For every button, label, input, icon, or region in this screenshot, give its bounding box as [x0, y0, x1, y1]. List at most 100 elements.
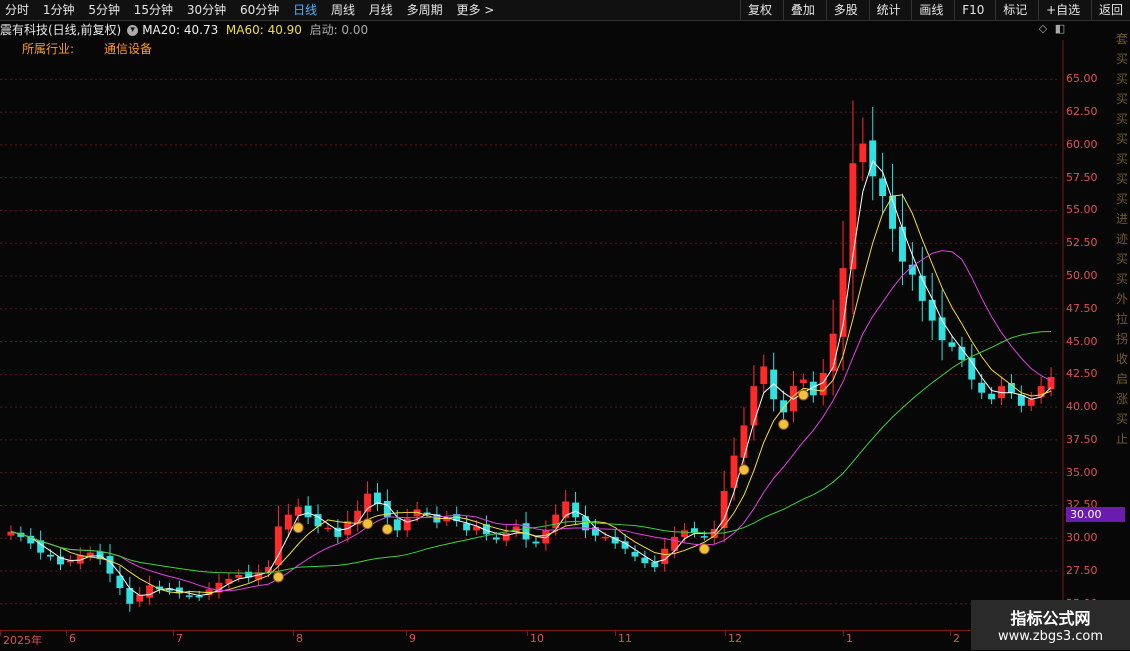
side-signal-glyph: 套 [1116, 32, 1129, 46]
tab-monthly[interactable]: 月线 [364, 0, 398, 20]
add-watchlist-button[interactable]: +自选 [1038, 0, 1087, 20]
side-signal-glyph: 外 [1116, 292, 1129, 306]
candle-up [799, 379, 807, 383]
y-axis: 65.00 62.50 60.00 57.50 55.00 52.50 50.00 47.50… [1066, 40, 1116, 630]
candle-down [492, 537, 500, 540]
side-signal-glyph: 买 [1116, 272, 1129, 286]
tab-fenshi[interactable]: 分时 [0, 0, 34, 20]
candle-down [988, 393, 996, 400]
side-signal-glyph: 收 [1116, 352, 1129, 366]
candle-up [502, 532, 510, 541]
candle-up [681, 530, 689, 537]
tab-60min[interactable]: 60分钟 [235, 0, 284, 20]
candle-up [225, 578, 233, 584]
candle-up [601, 536, 609, 539]
overlay-button[interactable]: 叠加 [782, 0, 822, 20]
candle-up [740, 425, 748, 458]
candle-down [532, 541, 540, 544]
y-tick-label: 40.00 [1066, 400, 1098, 414]
candle-down [572, 502, 580, 518]
x-tick-label: 12 [728, 632, 742, 645]
candle-up [294, 506, 302, 516]
money-bag-icon [292, 522, 304, 534]
mark-button[interactable]: 标记 [995, 0, 1034, 20]
x-tick-label: 10 [530, 632, 544, 645]
ma10-line [10, 194, 1052, 594]
x-tick [950, 631, 951, 636]
tab-15min[interactable]: 15分钟 [129, 0, 178, 20]
panel-toggle-icon[interactable]: ◧ [1054, 23, 1066, 35]
settings-dot-icon[interactable]: ▾ [127, 25, 139, 36]
x-tick-label: 1 [846, 632, 853, 645]
tab-weekly[interactable]: 周线 [326, 0, 360, 20]
watermark-url: www.zbgs3.com [997, 629, 1104, 644]
money-bag-icon [778, 418, 790, 430]
y-tick-label: 62.50 [1066, 105, 1098, 119]
tab-more[interactable]: 更多 > [451, 0, 499, 20]
candle-down [463, 523, 471, 531]
x-tick-label: 9 [409, 632, 416, 645]
f10-button[interactable]: F10 [954, 0, 991, 20]
current-price-marker: 30.00 [1066, 507, 1125, 522]
candle-down [898, 226, 906, 262]
candle-up [284, 514, 292, 530]
x-axis: 2025年 6 7 8 9 10 11 12 1 2 [0, 630, 1113, 651]
draw-line-button[interactable]: 画线 [911, 0, 950, 20]
tab-30min[interactable]: 30分钟 [182, 0, 231, 20]
y-tick-label: 45.00 [1066, 334, 1098, 348]
diamond-icon[interactable]: ◇ [1037, 23, 1049, 35]
candle-down [641, 557, 649, 564]
x-tick-label: 11 [618, 632, 632, 645]
side-signal-glyph: 买 [1116, 412, 1129, 426]
stock-title[interactable]: 震有科技(日线,前复权) [0, 23, 121, 37]
ma60-value: MA60: 40.90 [225, 23, 302, 37]
chart-title-bar: 震有科技(日线,前复权) ▾ MA20: 40.73 MA60: 40.90 启动:… [0, 21, 368, 39]
candle-up [146, 585, 154, 598]
side-signal-glyph: 启 [1116, 372, 1129, 386]
candle-up [671, 536, 679, 551]
candle-down [879, 178, 887, 197]
candle-down [304, 505, 312, 518]
y-tick-label: 52.50 [1066, 236, 1098, 250]
side-signal-glyph: 买 [1116, 52, 1129, 66]
action-buttons: 复权 叠加 多股 统计 画线 F10 标记 +自选 返回 [740, 0, 1130, 20]
multi-stock-button[interactable]: 多股 [825, 0, 865, 20]
period-tabs: 分时 1分钟 5分钟 15分钟 30分钟 60分钟 日线 周线 月线 多周期 更… [0, 0, 499, 20]
side-signal-glyph: 进 [1116, 212, 1129, 226]
x-tick-label: 6 [69, 632, 76, 645]
x-tick [527, 631, 528, 636]
candle-down [700, 536, 708, 538]
money-bag-icon [698, 543, 710, 555]
y-tick-label: 55.00 [1066, 203, 1098, 217]
candle-down [948, 342, 956, 347]
candle-up [235, 574, 243, 578]
top-toolbar: 分时 1分钟 5分钟 15分钟 30分钟 60分钟 日线 周线 月线 多周期 更… [0, 0, 1130, 21]
restore-rights-button[interactable]: 复权 [740, 0, 779, 20]
candle-down [393, 519, 401, 531]
ma20-line [10, 250, 1052, 592]
x-tick [173, 631, 174, 636]
x-tick-label: 2 [953, 632, 960, 645]
candle-up [760, 366, 768, 385]
tab-multi-period[interactable]: 多周期 [402, 0, 448, 20]
side-signal-column: 套买买买买买买买买进迹买买外拉拐收启涨买止 [1116, 30, 1130, 450]
back-button[interactable]: 返回 [1090, 0, 1130, 20]
kline-chart[interactable] [0, 40, 1113, 630]
x-tick [615, 631, 616, 636]
side-signal-glyph: 迹 [1116, 232, 1129, 246]
money-bag-icon [381, 523, 393, 535]
tab-5min[interactable]: 5分钟 [83, 0, 125, 20]
candle-up [859, 143, 867, 163]
tab-daily[interactable]: 日线 [288, 0, 322, 20]
tab-1min[interactable]: 1分钟 [38, 0, 80, 20]
candle-up [324, 527, 332, 530]
statistics-button[interactable]: 统计 [868, 0, 908, 20]
side-signal-glyph: 买 [1116, 192, 1129, 206]
y-tick-label: 42.50 [1066, 367, 1098, 381]
watermark-title: 指标公式网 [1010, 609, 1091, 628]
y-tick-label: 60.00 [1066, 137, 1098, 151]
candle-down [651, 562, 659, 568]
money-bag-icon [362, 518, 374, 530]
money-bag-icon [738, 464, 750, 476]
x-tick [0, 631, 1, 636]
